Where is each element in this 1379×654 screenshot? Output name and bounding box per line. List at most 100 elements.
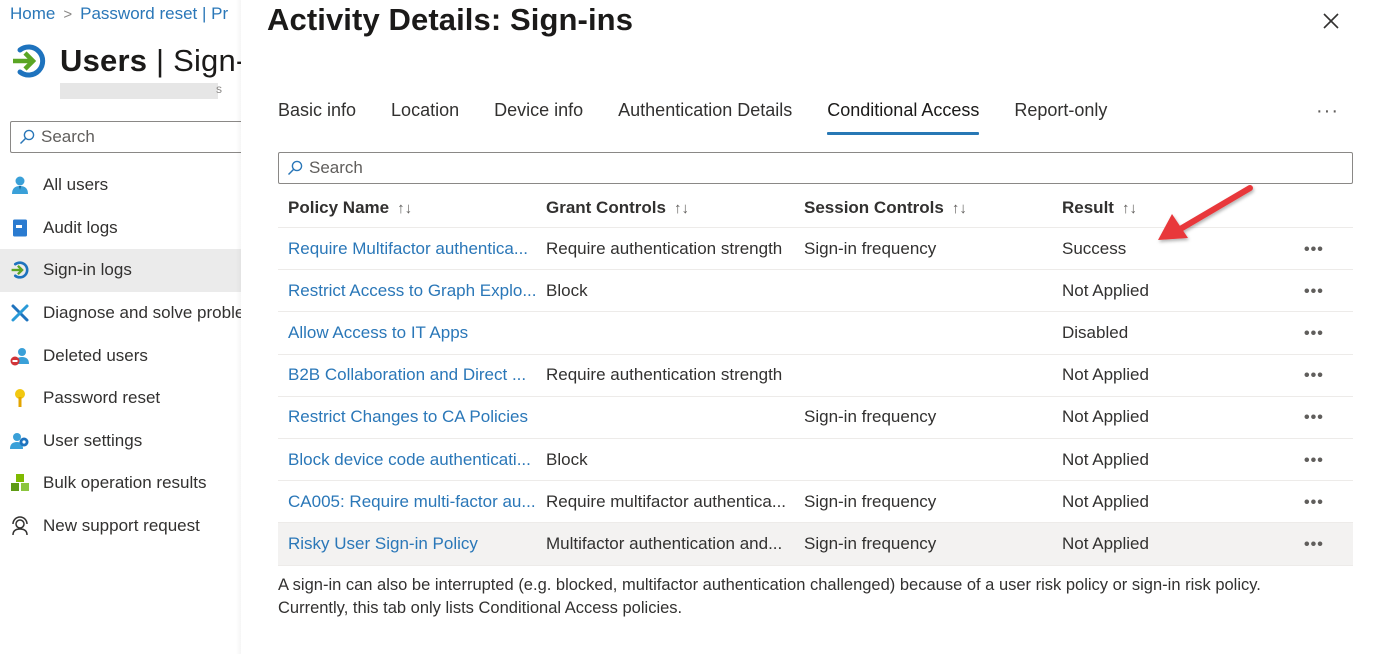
search-placeholder: Search	[309, 158, 363, 177]
column-header-grant-controls[interactable]: Grant Controls ↑↓	[536, 198, 794, 218]
nav-item-all-users[interactable]: All users	[0, 164, 241, 207]
blade-title: Users | Sign-	[60, 43, 241, 78]
row-more-button[interactable]: •••	[1304, 241, 1324, 258]
footnote-line-1: A sign-in can also be interrupted (e.g. …	[278, 576, 1261, 594]
blade-search-input[interactable]: Search	[10, 121, 241, 153]
footnote: A sign-in can also be interrupted (e.g. …	[278, 574, 1358, 620]
nav-item-password-reset[interactable]: Password reset	[0, 377, 241, 420]
tab-report-only[interactable]: Report-only	[1014, 100, 1107, 135]
table-row[interactable]: B2B Collaboration and Direct ... Require…	[278, 355, 1353, 397]
nav-label: Audit logs	[43, 217, 118, 237]
sort-icon[interactable]: ↑↓	[1122, 200, 1137, 217]
nav-item-diagnose[interactable]: Diagnose and solve problems	[0, 292, 241, 335]
subtitle-tail: s	[216, 82, 222, 96]
nav-item-new-support-request[interactable]: New support request	[0, 505, 241, 548]
grant-controls-cell: Require authentication strength	[546, 238, 783, 258]
search-icon	[19, 129, 35, 145]
sign-in-logs-icon	[13, 44, 46, 78]
sort-icon[interactable]: ↑↓	[674, 200, 689, 217]
redacted-subtitle	[60, 83, 218, 99]
row-more-button[interactable]: •••	[1304, 536, 1324, 553]
result-cell: Disabled	[1062, 322, 1129, 342]
grant-controls-cell: Block	[546, 449, 588, 469]
nav-label: New support request	[43, 516, 200, 536]
grant-controls-cell: Require authentication strength	[546, 365, 783, 385]
tab-basic-info[interactable]: Basic info	[278, 100, 356, 135]
bulk-operations-icon	[10, 473, 30, 493]
result-cell: Success	[1062, 238, 1127, 258]
table-row[interactable]: Block device code authenticati... Block …	[278, 439, 1353, 482]
policy-name-link[interactable]: Restrict Access to Graph Explo...	[278, 281, 536, 301]
table-row[interactable]: Risky User Sign-in Policy Multifactor au…	[278, 523, 1353, 566]
conditional-access-table: Policy Name ↑↓ Grant Controls ↑↓ Session C…	[278, 188, 1353, 566]
row-more-button[interactable]: •••	[1304, 409, 1324, 426]
audit-log-icon	[10, 218, 30, 238]
table-row[interactable]: Restrict Access to Graph Explo... Block …	[278, 270, 1353, 313]
close-icon[interactable]	[1319, 9, 1343, 33]
panel-title: Activity Details: Sign-ins	[267, 2, 634, 37]
nav-item-deleted-users[interactable]: Deleted users	[0, 334, 241, 377]
result-cell: Not Applied	[1062, 365, 1149, 385]
footnote-line-2: Currently, this tab only lists Condition…	[278, 599, 683, 617]
blade-nav: All users Audit logs Sign-in logs Diagno…	[0, 164, 241, 547]
table-row[interactable]: CA005: Require multi-factor au... Requir…	[278, 481, 1353, 524]
nav-item-user-settings[interactable]: User settings	[0, 420, 241, 463]
tab-location[interactable]: Location	[391, 100, 459, 135]
table-row[interactable]: Allow Access to IT Apps Disabled •••	[278, 312, 1353, 355]
breadcrumb: Home > Password reset | Pr	[10, 4, 228, 24]
row-more-button[interactable]: •••	[1304, 494, 1324, 511]
sort-icon[interactable]: ↑↓	[397, 200, 412, 217]
row-more-button[interactable]: •••	[1304, 367, 1324, 384]
sort-icon[interactable]: ↑↓	[952, 200, 967, 217]
breadcrumb-password-reset[interactable]: Password reset | Pr	[80, 4, 228, 23]
tab-authentication-details[interactable]: Authentication Details	[618, 100, 792, 135]
nav-label: Sign-in logs	[43, 260, 132, 280]
result-cell: Not Applied	[1062, 407, 1149, 427]
grant-controls-cell: Block	[546, 280, 588, 300]
users-blade: Home > Password reset | Pr Users | Sign- s…	[0, 0, 241, 654]
policy-name-link[interactable]: B2B Collaboration and Direct ...	[278, 365, 536, 385]
column-header-policy-name[interactable]: Policy Name ↑↓	[278, 198, 536, 218]
nav-item-sign-in-logs[interactable]: Sign-in logs	[0, 249, 241, 292]
policy-name-link[interactable]: Require Multifactor authentica...	[278, 239, 536, 259]
policy-name-link[interactable]: Risky User Sign-in Policy	[278, 534, 536, 554]
session-controls-cell: Sign-in frequency	[804, 238, 937, 258]
blade-search-placeholder: Search	[41, 127, 95, 146]
result-cell: Not Applied	[1062, 280, 1149, 300]
result-cell: Not Applied	[1062, 449, 1149, 469]
column-header-result[interactable]: Result ↑↓	[1052, 198, 1302, 218]
activity-details-panel: Activity Details: Sign-ins Basic info Lo…	[241, 0, 1379, 654]
policy-search-input[interactable]: Search	[278, 152, 1353, 184]
session-controls-cell: Sign-in frequency	[804, 533, 937, 553]
row-more-button[interactable]: •••	[1304, 452, 1324, 469]
deleted-user-icon	[10, 346, 30, 366]
policy-name-link[interactable]: Restrict Changes to CA Policies	[278, 407, 536, 427]
nav-label: Password reset	[43, 388, 161, 408]
table-row[interactable]: Restrict Changes to CA Policies Sign-in …	[278, 397, 1353, 439]
nav-label: All users	[43, 175, 109, 195]
grant-controls-cell: Multifactor authentication and...	[546, 533, 783, 553]
wrench-icon	[10, 303, 30, 323]
breadcrumb-home[interactable]: Home	[10, 4, 55, 23]
table-row[interactable]: Require Multifactor authentica... Requir…	[278, 228, 1353, 271]
column-header-session-controls[interactable]: Session Controls ↑↓	[794, 198, 1052, 218]
blade-header: Users | Sign-	[10, 42, 241, 80]
row-more-button[interactable]: •••	[1304, 325, 1324, 342]
support-icon	[10, 516, 30, 536]
tab-conditional-access[interactable]: Conditional Access	[827, 100, 980, 135]
session-controls-cell: Sign-in frequency	[804, 491, 937, 511]
sign-in-icon	[10, 260, 30, 280]
policy-name-link[interactable]: Allow Access to IT Apps	[278, 323, 536, 343]
key-icon	[10, 388, 30, 408]
user-settings-icon	[10, 431, 30, 451]
tab-device-info[interactable]: Device info	[494, 100, 583, 135]
nav-item-bulk-operations[interactable]: Bulk operation results	[0, 462, 241, 505]
grant-controls-cell: Require multifactor authentica...	[546, 491, 787, 511]
row-more-button[interactable]: •••	[1304, 283, 1324, 300]
detail-tabs: Basic info Location Device info Authenti…	[278, 100, 1142, 135]
policy-name-link[interactable]: CA005: Require multi-factor au...	[278, 492, 536, 512]
nav-item-audit-logs[interactable]: Audit logs	[0, 207, 241, 250]
table-header: Policy Name ↑↓ Grant Controls ↑↓ Session C…	[278, 188, 1353, 228]
policy-name-link[interactable]: Block device code authenticati...	[278, 450, 536, 470]
tabs-more-button[interactable]: ···	[1316, 100, 1339, 123]
